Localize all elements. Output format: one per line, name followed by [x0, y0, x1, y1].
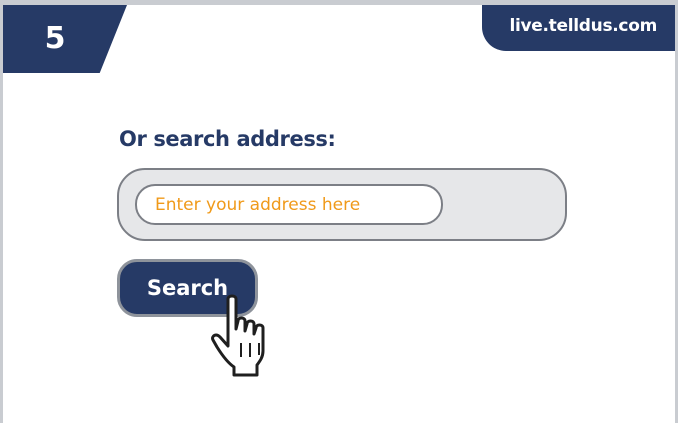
tutorial-frame: 5 live.telldus.com Or search address: Se…	[0, 0, 678, 423]
site-url-badge: live.telldus.com	[482, 5, 675, 51]
search-panel	[117, 168, 567, 241]
step-number: 5	[44, 21, 66, 56]
site-url: live.telldus.com	[509, 16, 657, 36]
address-input[interactable]	[135, 184, 443, 225]
search-heading: Or search address:	[119, 127, 336, 151]
hand-pointer-icon	[211, 294, 265, 377]
